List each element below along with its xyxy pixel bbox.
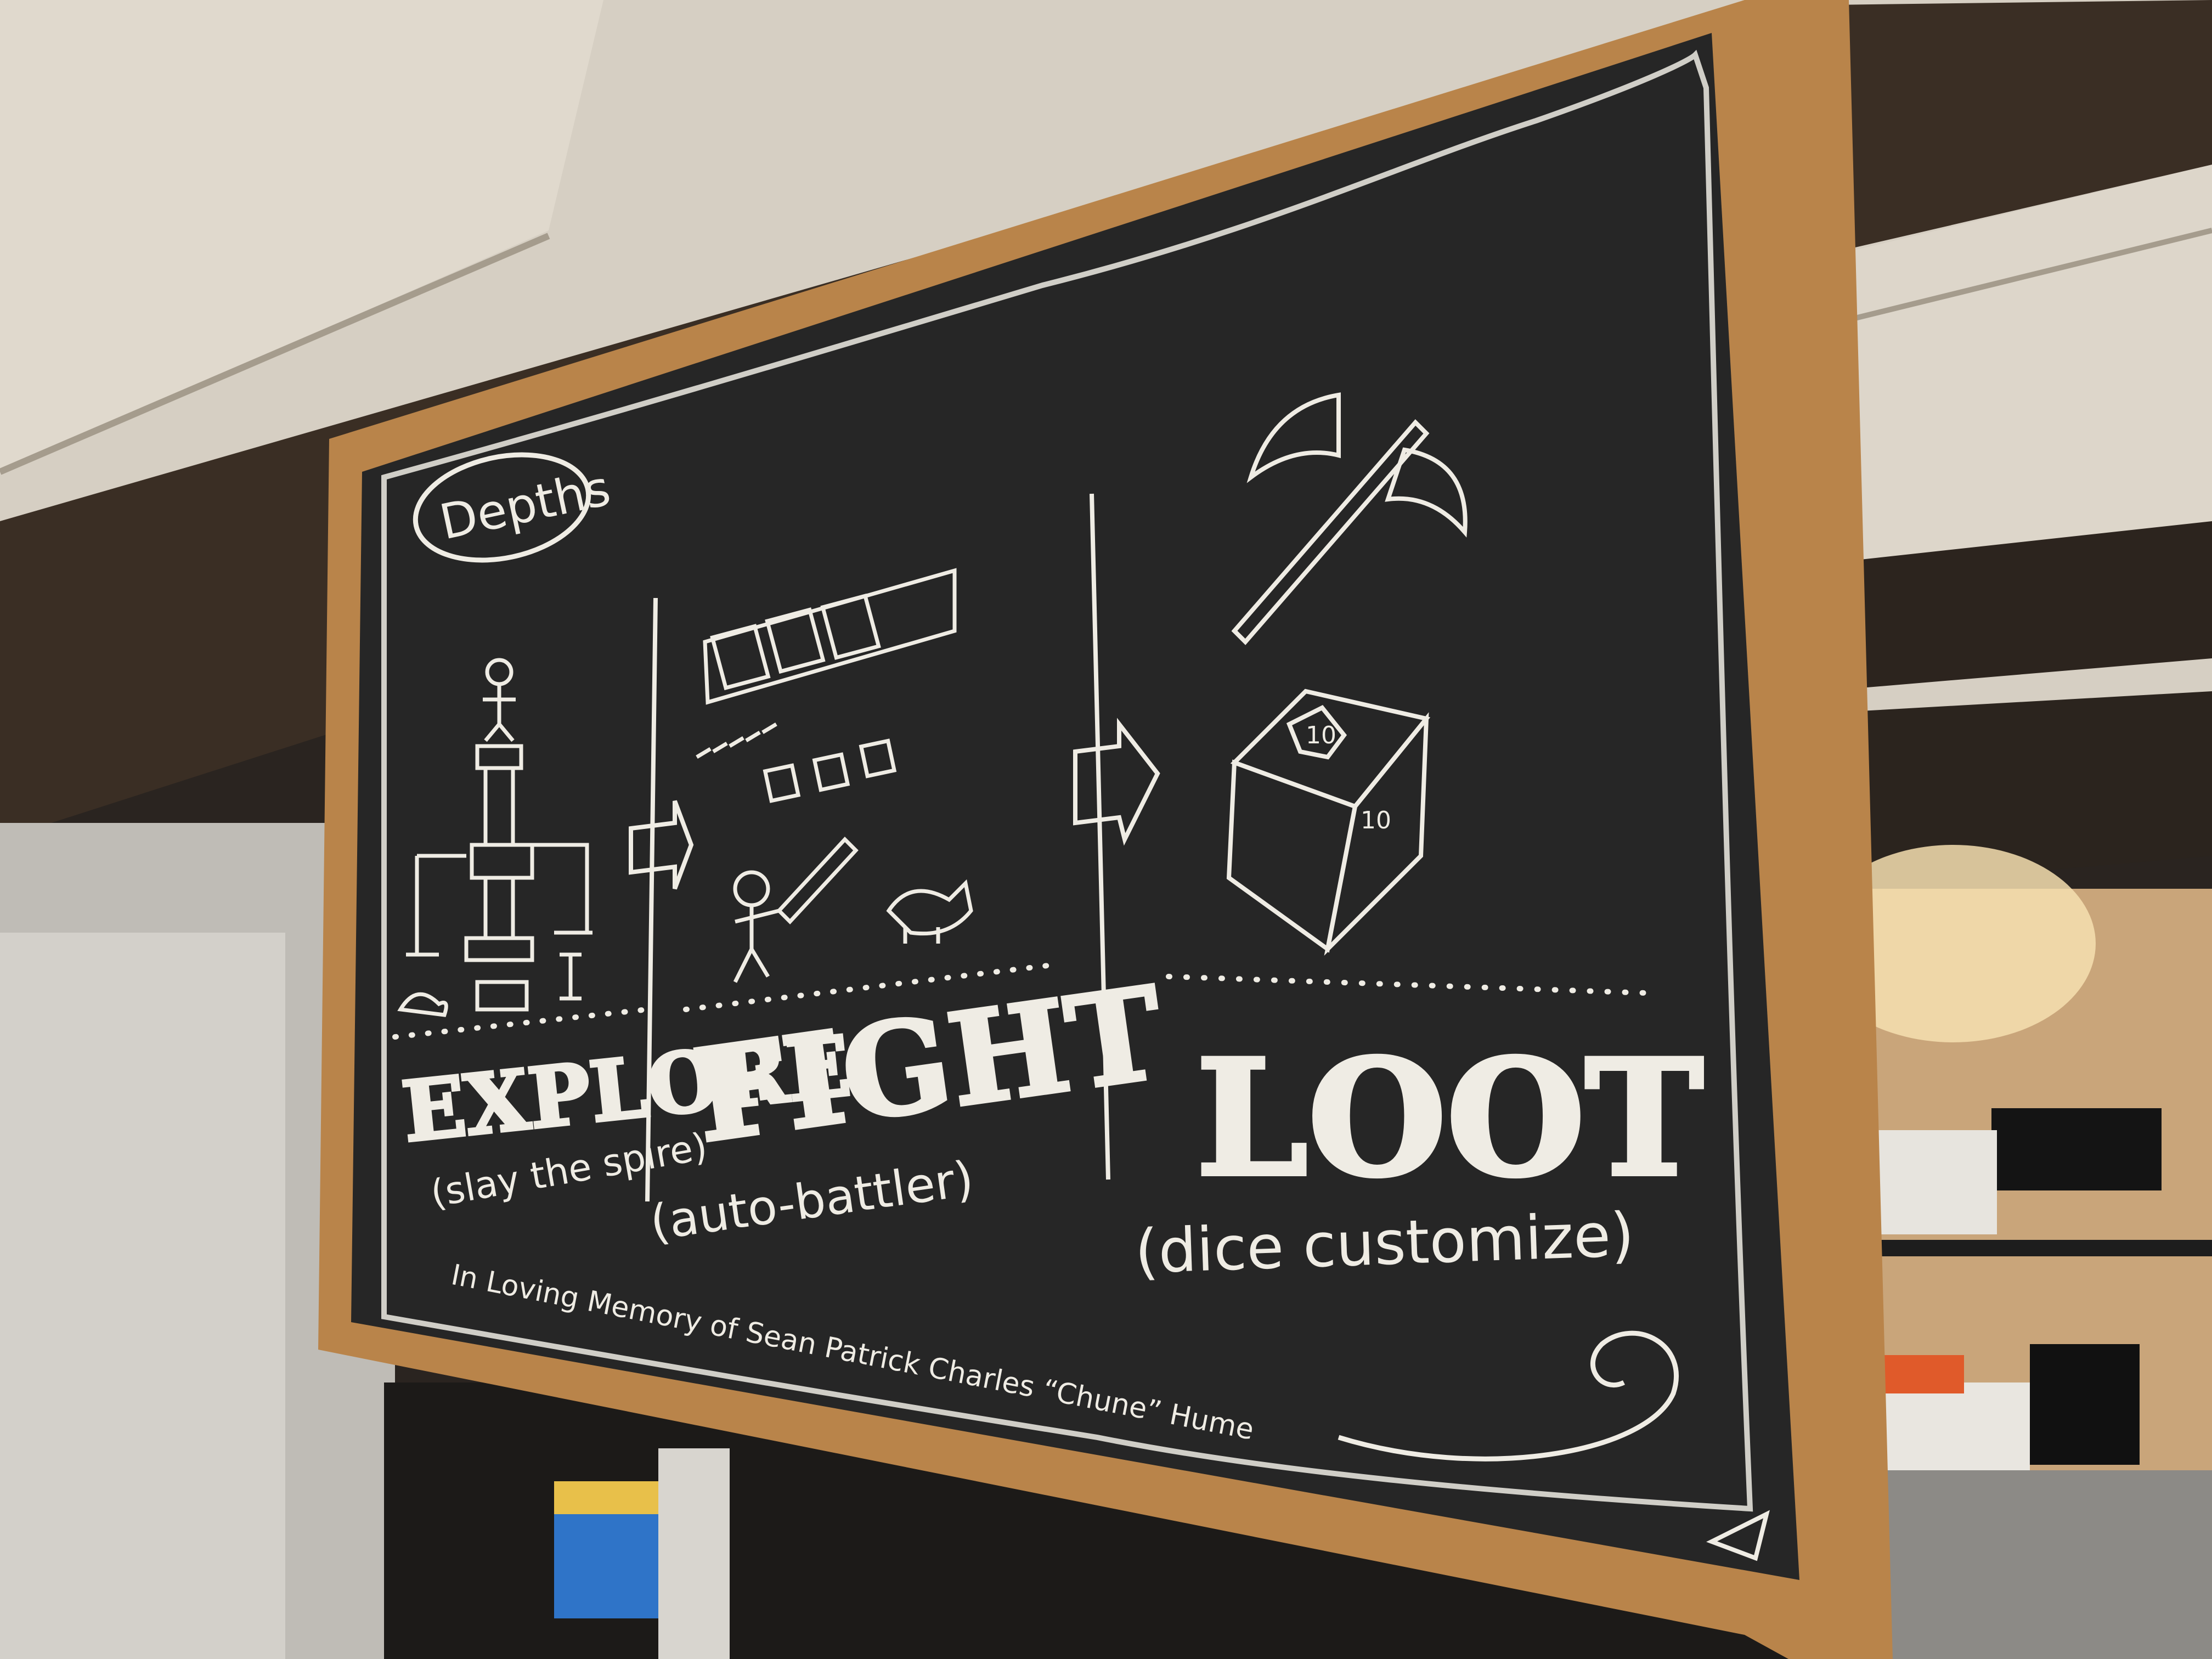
chalkboard: Depths 10 10 EXPLORE (slay the spire) FI… <box>318 0 1893 1659</box>
stage-loot-label: LOOT <box>1196 1025 1703 1212</box>
svg-text:10: 10 <box>1306 721 1336 749</box>
svg-text:10: 10 <box>1361 806 1391 834</box>
